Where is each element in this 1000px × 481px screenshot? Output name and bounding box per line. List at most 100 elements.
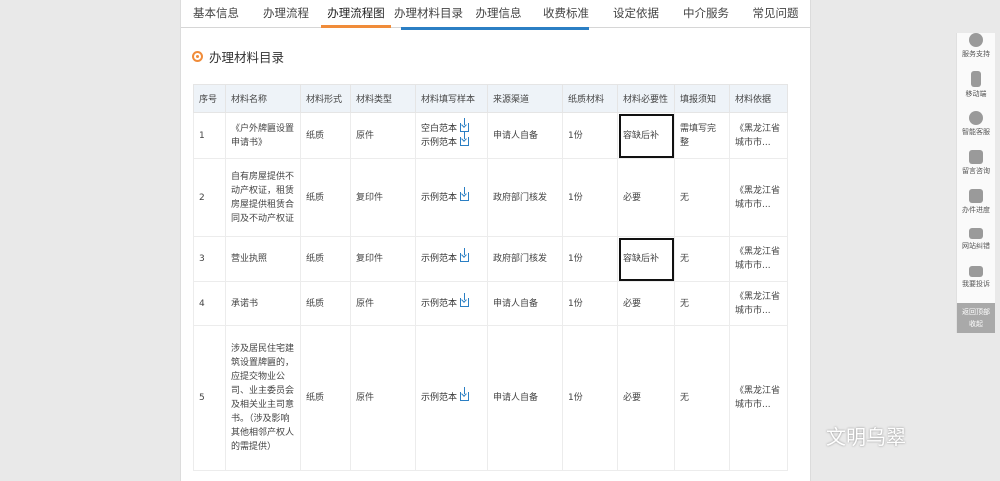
- example-sample-label: 示例范本: [421, 137, 458, 148]
- sidebar-item-complaint[interactable]: 我要投诉: [957, 266, 995, 289]
- col-header-paper: 纸质材料: [562, 84, 618, 113]
- sidebar-label: 留言咨询: [962, 167, 990, 175]
- cell-necessity: 必要: [617, 281, 675, 326]
- example-sample-label: 示例范本: [421, 192, 458, 203]
- tab-intermediary[interactable]: 中介服务: [671, 0, 741, 27]
- progress-icon: [969, 189, 983, 203]
- cell-source: 政府部门核发: [487, 236, 563, 282]
- cell-name: 营业执照: [225, 236, 301, 282]
- cell-form: 纸质: [300, 236, 351, 282]
- cell-necessity: 必要: [617, 325, 675, 471]
- table-header-row: 序号 材料名称 材料形式 材料类型 材料填写样本 来源渠道 纸质材料 材料必要性…: [193, 84, 788, 113]
- sidebar-item-consult[interactable]: 留言咨询: [957, 150, 995, 176]
- cell-source: 申请人自备: [487, 325, 563, 471]
- cell-basis: 《黑龙江省城市市...: [729, 236, 788, 282]
- sidebar-label: 办件进度: [962, 206, 990, 214]
- tab-basic-info[interactable]: 基本信息: [181, 0, 251, 27]
- example-sample-link[interactable]: 示例范本: [421, 131, 470, 148]
- example-sample-link[interactable]: 示例范本: [421, 248, 470, 264]
- sidebar-item-progress[interactable]: 办件进度: [957, 189, 995, 215]
- blank-sample-label: 空白范本: [421, 123, 458, 134]
- content-panel: 基本信息 办理流程 办理流程图 办理材料目录 办理信息 收费标准 设定依据 中介…: [180, 0, 811, 481]
- watermark-text: 文明乌翠: [826, 425, 906, 449]
- cell-no: 4: [193, 281, 226, 326]
- example-sample-link[interactable]: 示例范本: [421, 387, 470, 403]
- tab-materials[interactable]: 办理材料目录: [391, 0, 466, 27]
- tab-process-chart[interactable]: 办理流程图: [321, 0, 391, 28]
- cell-type: 原件: [350, 112, 416, 159]
- cell-name: 涉及居民住宅建筑设置牌匾的，应提交物业公司、业主委员会及相关业主司意书。（涉及影…: [225, 325, 301, 471]
- mail-icon: [969, 266, 983, 277]
- table-row: 1 《户外牌匾设置申请书》 纸质 原件 空白范本 示例范本 申请人自备 1份 容…: [193, 112, 788, 159]
- cell-form: 纸质: [300, 281, 351, 326]
- cell-paper: 1份: [562, 281, 618, 326]
- col-header-basis: 材料依据: [729, 84, 788, 113]
- col-header-type: 材料类型: [350, 84, 416, 113]
- example-sample-link[interactable]: 示例范本: [421, 186, 470, 203]
- section-title: 办理材料目录: [209, 50, 285, 65]
- blank-sample-link[interactable]: 空白范本: [421, 117, 470, 134]
- cell-samples: 示例范本: [415, 325, 488, 471]
- sidebar-item-mobile[interactable]: 移动端: [957, 71, 995, 99]
- service-sidebar: 服务支持 移动端 智能客服 留言咨询 办件进度 网站纠错 我要投诉 返回顶部 收…: [956, 33, 995, 333]
- section-bullet-icon: [192, 51, 203, 62]
- example-sample-label: 示例范本: [421, 298, 458, 309]
- cell-no: 2: [193, 158, 226, 237]
- cell-form: 纸质: [300, 158, 351, 237]
- sidebar-item-correction[interactable]: 网站纠错: [957, 228, 995, 251]
- cell-no: 3: [193, 236, 226, 282]
- cell-paper: 1份: [562, 236, 618, 282]
- cell-samples: 示例范本: [415, 236, 488, 282]
- cell-samples: 空白范本 示例范本: [415, 112, 488, 159]
- example-sample-label: 示例范本: [421, 393, 458, 403]
- materials-table: 序号 材料名称 材料形式 材料类型 材料填写样本 来源渠道 纸质材料 材料必要性…: [193, 84, 788, 471]
- download-icon: [460, 186, 470, 201]
- cell-notice: 无: [674, 236, 730, 282]
- col-header-name: 材料名称: [225, 84, 301, 113]
- download-icon: [460, 117, 470, 132]
- back-to-top-button[interactable]: 返回顶部 收起: [957, 303, 995, 333]
- cell-form: 纸质: [300, 112, 351, 159]
- sidebar-item-chatbot[interactable]: 智能客服: [957, 111, 995, 137]
- tab-process[interactable]: 办理流程: [251, 0, 321, 27]
- chat-bot-icon: [969, 111, 983, 125]
- cell-necessity: 容缺后补: [617, 236, 675, 282]
- example-sample-label: 示例范本: [421, 254, 458, 264]
- cell-paper: 1份: [562, 158, 618, 237]
- sidebar-label: 我要投诉: [962, 280, 990, 288]
- table-row: 2 自有房屋提供不动产权证，租赁房屋提供租赁合同及不动产权证 纸质 复印件 示例…: [193, 158, 788, 237]
- cell-necessity: 必要: [617, 158, 675, 237]
- tab-handling-info[interactable]: 办理信息: [466, 0, 531, 27]
- table-row: 4 承诺书 纸质 原件 示例范本 申请人自备 1份 必要 无 《黑龙江省城市市.…: [193, 281, 788, 326]
- col-header-source: 来源渠道: [487, 84, 563, 113]
- cell-type: 复印件: [350, 236, 416, 282]
- cell-paper: 1份: [562, 325, 618, 471]
- col-header-sample: 材料填写样本: [415, 84, 488, 113]
- tab-bar: 基本信息 办理流程 办理流程图 办理材料目录 办理信息 收费标准 设定依据 中介…: [181, 0, 810, 30]
- cell-samples: 示例范本: [415, 281, 488, 326]
- cell-basis: 《黑龙江省城市市...: [729, 281, 788, 326]
- tab-fees[interactable]: 收费标准: [531, 0, 601, 27]
- cell-notice: 无: [674, 325, 730, 471]
- col-header-notice: 填报须知: [674, 84, 730, 113]
- sidebar-item-support[interactable]: 服务支持: [957, 33, 995, 59]
- consult-icon: [969, 150, 983, 164]
- download-icon: [460, 248, 470, 262]
- example-sample-link[interactable]: 示例范本: [421, 292, 470, 309]
- cell-name: 《户外牌匾设置申请书》: [225, 112, 301, 159]
- cell-type: 复印件: [350, 158, 416, 237]
- sidebar-label: 智能客服: [962, 128, 990, 136]
- cell-basis: 《黑龙江省城市市...: [729, 158, 788, 237]
- cell-notice: 无: [674, 158, 730, 237]
- cell-form: 纸质: [300, 325, 351, 471]
- tab-underline: [401, 27, 589, 30]
- cell-no: 5: [193, 325, 226, 471]
- tab-basis[interactable]: 设定依据: [601, 0, 671, 27]
- table-row: 5 涉及居民住宅建筑设置牌匾的，应提交物业公司、业主委员会及相关业主司意书。（涉…: [193, 325, 788, 471]
- cell-no: 1: [193, 112, 226, 159]
- cell-samples: 示例范本: [415, 158, 488, 237]
- tab-faq[interactable]: 常见问题: [741, 0, 810, 27]
- sidebar-label: 服务支持: [962, 50, 990, 58]
- cell-type: 原件: [350, 281, 416, 326]
- collapse-label: 收起: [969, 320, 983, 328]
